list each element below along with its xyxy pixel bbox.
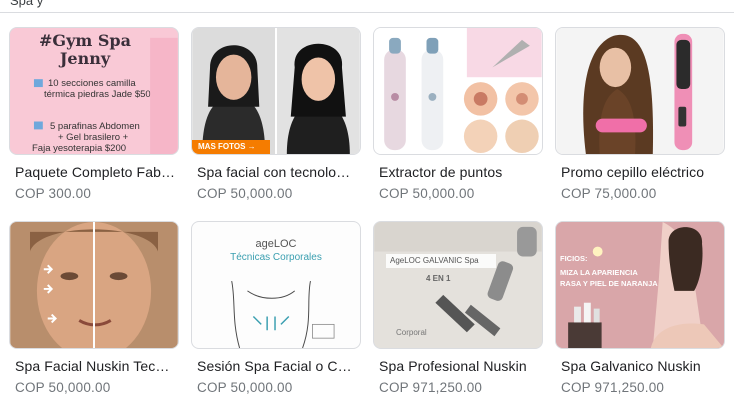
product-card[interactable]: ageLOC Técnicas Corporales Sesión Spa Fa… <box>191 221 361 401</box>
product-image[interactable] <box>9 221 179 349</box>
product-image[interactable]: AgeLOC GALVANIC Spa 4 EN 1 Corporal <box>373 221 543 349</box>
galvanic-subtitle: 4 EN 1 <box>426 274 451 283</box>
galvanic-caption: Corporal <box>396 328 427 337</box>
product-title[interactable]: Spa Galvanico Nuskin <box>561 358 723 374</box>
product-title[interactable]: Spa Facial Nuskin Tec… <box>15 358 177 374</box>
before-after-photo <box>192 28 360 154</box>
product-title[interactable]: Extractor de puntos <box>379 164 541 180</box>
product-image[interactable] <box>373 27 543 155</box>
product-price: COP 971,250.00 <box>379 380 483 395</box>
product-price: COP 50,000.00 <box>197 186 293 201</box>
decoration-graphic <box>33 37 178 154</box>
facial-comparison-photo <box>10 222 178 348</box>
body-treatment-diagram <box>231 280 335 348</box>
product-price: COP 971,250.00 <box>561 380 665 395</box>
benefits-line: RASA Y PIEL DE NARANJA <box>560 279 658 288</box>
product-card[interactable]: Spa Facial Nuskin Tec… COP 50,000.00 <box>9 221 179 401</box>
product-title[interactable]: Spa facial con tecnolo… <box>197 164 359 180</box>
product-card[interactable]: #Gym Spa Jenny 10 secciones camilla térm… <box>9 27 179 207</box>
product-price: COP 300.00 <box>15 186 92 201</box>
blackhead-extractor-photo <box>374 28 542 154</box>
galvanic-badge: AgeLOC GALVANIC Spa <box>386 254 496 268</box>
product-grid: #Gym Spa Jenny 10 secciones camilla térm… <box>0 0 734 405</box>
product-image[interactable]: FICIOS: MIZA LA APARIENCIA RASA Y PIEL D… <box>555 221 725 349</box>
product-title[interactable]: Spa Profesional Nuskin <box>379 358 541 374</box>
product-image[interactable]: MAS FOTOS → <box>191 27 361 155</box>
product-card[interactable]: FICIOS: MIZA LA APARIENCIA RASA Y PIEL D… <box>555 221 725 401</box>
product-image[interactable] <box>555 27 725 155</box>
product-card[interactable]: MAS FOTOS → Spa facial con tecnolo… COP … <box>191 27 361 207</box>
product-title[interactable]: Sesión Spa Facial o C… <box>197 358 359 374</box>
benefits-heading: FICIOS: <box>560 254 588 263</box>
product-image[interactable]: #Gym Spa Jenny 10 secciones camilla térm… <box>9 27 179 155</box>
product-title[interactable]: Paquete Completo Fab… <box>15 164 177 180</box>
product-image[interactable]: ageLOC Técnicas Corporales <box>191 221 361 349</box>
hair-brush-photo <box>556 28 724 154</box>
benefits-line: MIZA LA APARIENCIA <box>560 268 638 277</box>
product-price: COP 50,000.00 <box>379 186 475 201</box>
more-photos-badge[interactable]: MAS FOTOS → <box>192 140 270 154</box>
product-price: COP 50,000.00 <box>197 380 293 395</box>
product-card[interactable]: Extractor de puntos COP 50,000.00 <box>373 27 543 207</box>
product-card[interactable]: AgeLOC GALVANIC Spa 4 EN 1 Corporal Spa … <box>373 221 543 401</box>
product-price: COP 50,000.00 <box>15 380 111 395</box>
product-price: COP 75,000.00 <box>561 186 657 201</box>
product-title[interactable]: Promo cepillo eléctrico <box>561 164 723 180</box>
product-card[interactable]: Promo cepillo eléctrico COP 75,000.00 <box>555 27 725 207</box>
